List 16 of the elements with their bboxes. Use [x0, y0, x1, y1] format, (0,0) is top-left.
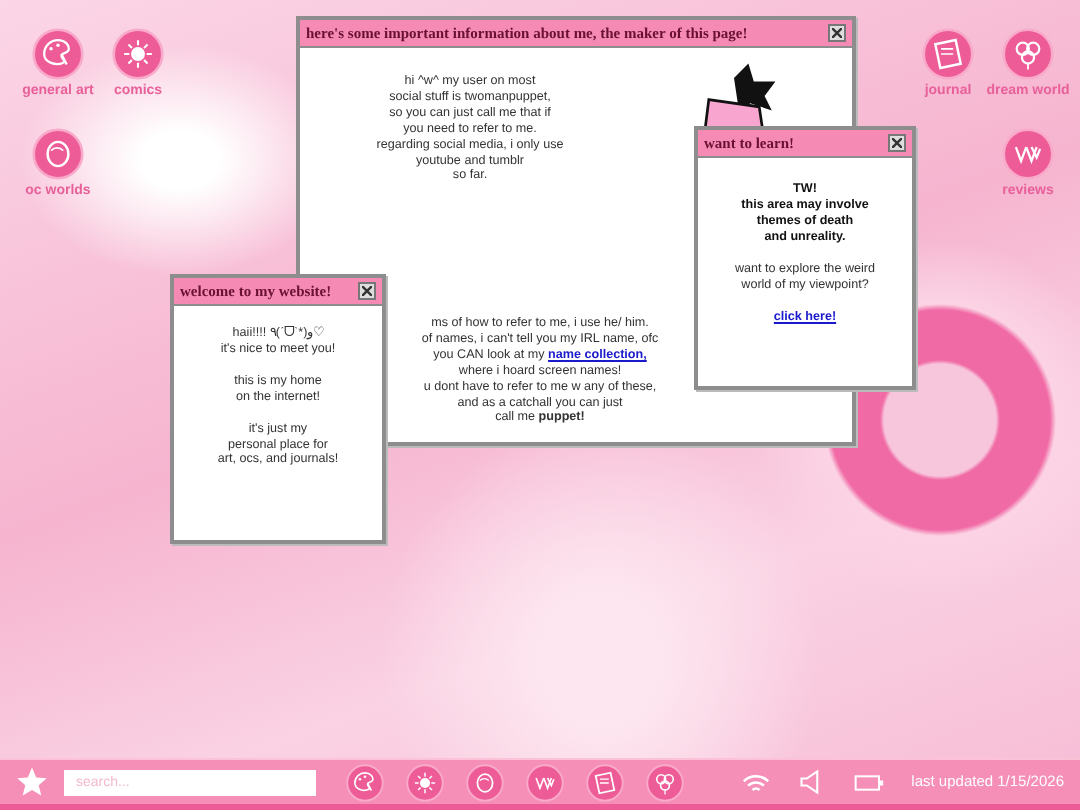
battery-icon[interactable] [853, 773, 884, 791]
book-icon[interactable] [922, 28, 974, 80]
egg-icon[interactable] [32, 128, 84, 180]
book-icon[interactable] [586, 763, 624, 801]
flower-icon[interactable] [646, 763, 684, 801]
sun-icon[interactable] [112, 28, 164, 80]
close-button[interactable] [358, 282, 376, 301]
close-button[interactable] [888, 134, 906, 153]
wifi-icon[interactable] [741, 771, 770, 793]
star-icon[interactable] [16, 766, 48, 798]
egg-icon[interactable] [466, 763, 504, 801]
palette-icon[interactable] [32, 28, 84, 80]
close-button[interactable] [828, 24, 846, 43]
palette-icon[interactable] [346, 763, 384, 801]
flower-icon[interactable] [1002, 28, 1054, 80]
sun-icon[interactable] [406, 763, 444, 801]
